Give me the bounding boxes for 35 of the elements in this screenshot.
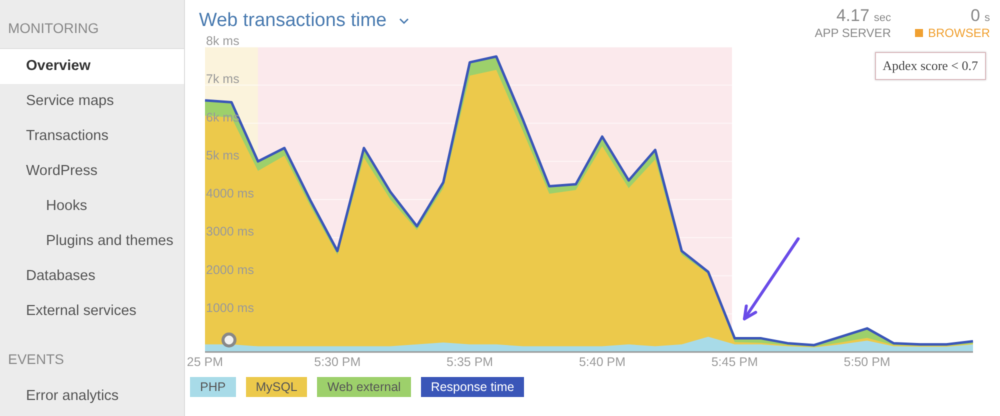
section-heading: EVENTS bbox=[7, 351, 66, 369]
sidebar-item[interactable]: Overview bbox=[0, 49, 184, 84]
sidebar-item[interactable]: Databases bbox=[0, 259, 184, 294]
caret-icon bbox=[398, 18, 409, 24]
legend-item[interactable]: Web external bbox=[317, 377, 411, 397]
chart-title-dropdown[interactable]: Web transactions time bbox=[199, 10, 409, 32]
sidebar-item[interactable]: External services bbox=[0, 294, 184, 329]
stat-label: BROWSER bbox=[928, 26, 990, 40]
sidebar-item[interactable]: WordPress bbox=[0, 154, 184, 189]
x-tick-label: 5:35 PM bbox=[446, 355, 494, 369]
sidebar-subitem[interactable]: Hooks bbox=[0, 189, 184, 224]
legend-item[interactable]: Response time bbox=[420, 377, 524, 397]
sidebar-item[interactable]: Service maps bbox=[0, 84, 184, 119]
y-tick-label: 2000 ms bbox=[206, 262, 254, 277]
ring-icon bbox=[222, 332, 236, 348]
y-tick-label: 3000 ms bbox=[206, 224, 254, 239]
stat-value: 0 s bbox=[970, 8, 990, 26]
y-tick-label: 8k ms bbox=[206, 34, 240, 48]
tooltip: Apdex score < 0.7 bbox=[874, 52, 986, 80]
legend-item[interactable]: PHP bbox=[190, 377, 236, 397]
y-tick-label: 7k ms bbox=[206, 72, 240, 86]
stat-label: APP SERVER bbox=[814, 26, 891, 40]
y-tick-label: 4000 ms bbox=[206, 186, 254, 200]
y-tick-label: 5k ms bbox=[206, 148, 240, 162]
x-tick-label: 25 PM bbox=[186, 355, 224, 369]
x-tick-label: 5:45 PM bbox=[711, 355, 758, 369]
stat-value: 4.17 sec bbox=[836, 8, 891, 26]
sidebar-subitem[interactable]: Plugins and themes bbox=[0, 224, 184, 259]
x-tick-label: 5:40 PM bbox=[578, 355, 626, 369]
y-tick-label: 1000 ms bbox=[206, 300, 254, 315]
x-tick-label: 5:30 PM bbox=[314, 355, 361, 369]
sidebar-item[interactable]: Transactions bbox=[0, 119, 184, 154]
x-tick-label: 5:50 PM bbox=[844, 355, 890, 369]
sidebar-item[interactable]: Error analytics bbox=[0, 379, 184, 414]
legend-item[interactable]: MySQL bbox=[246, 377, 308, 397]
